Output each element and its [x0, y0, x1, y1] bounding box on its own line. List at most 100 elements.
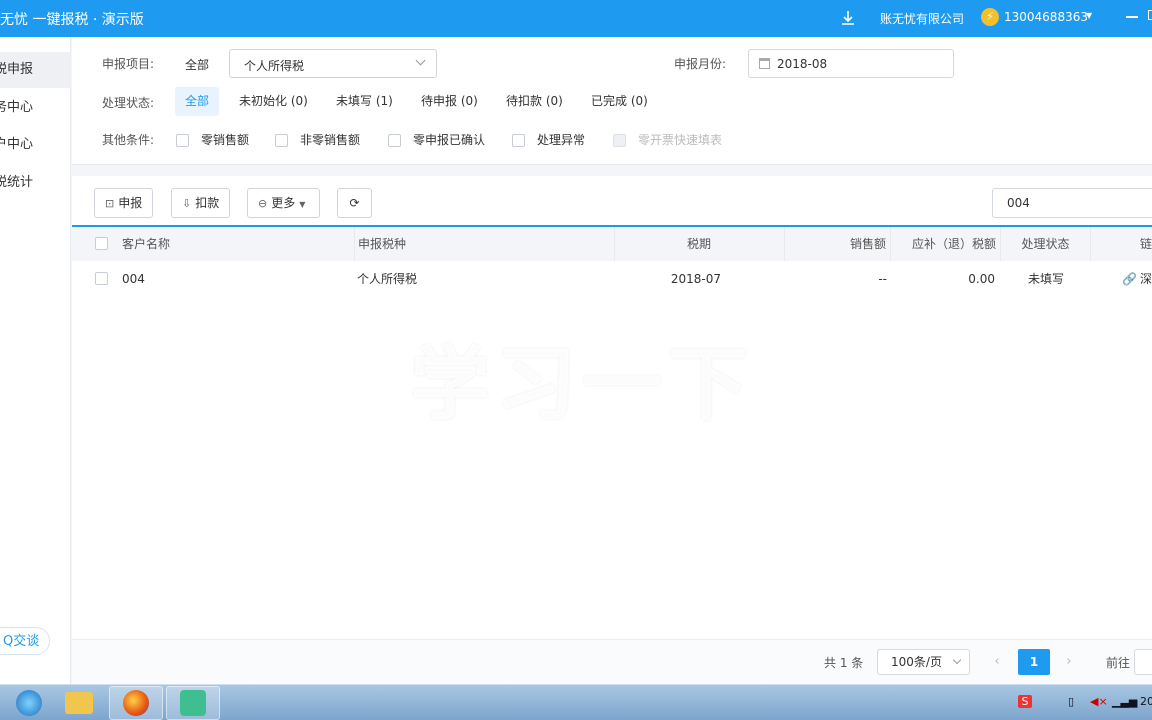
download-icon[interactable]	[838, 8, 858, 28]
zero-declare-confirmed-checkbox[interactable]: 零申报已确认	[388, 131, 485, 149]
explorer-taskbar-button[interactable]	[52, 686, 106, 720]
cell-customer-name[interactable]: 004	[122, 261, 145, 297]
row-checkbox[interactable]	[95, 272, 108, 285]
cell-tax-type: 个人所得税	[357, 272, 418, 286]
qq-chat-button[interactable]: Q交谈	[0, 627, 51, 655]
more-icon: ⊖	[258, 197, 268, 210]
clock[interactable]: 20	[1140, 695, 1152, 708]
next-page-button[interactable]: ›	[1056, 649, 1082, 675]
sidebar-item-label: 税申报	[0, 62, 34, 77]
cell-sales: --	[878, 272, 887, 286]
cell-tax-due: 0.00	[968, 272, 995, 286]
prev-page-button[interactable]: ‹	[984, 649, 1010, 675]
zero-sales-checkbox[interactable]: 零销售额	[176, 131, 249, 149]
checkbox-label: 零销售额	[201, 133, 250, 147]
status-unfilled[interactable]: 未填写 (1)	[326, 87, 403, 116]
firefox-taskbar-button[interactable]	[109, 686, 163, 720]
col-tax-due[interactable]: 应补（退）税额	[891, 227, 1001, 261]
user-avatar-icon[interactable]: ⚡	[981, 8, 999, 26]
caret-down-icon: ▼	[299, 200, 306, 209]
checkbox-label: 非零销售额	[300, 133, 361, 147]
app-taskbar-button[interactable]	[166, 686, 220, 720]
chevron-down-icon[interactable]: ▼	[1086, 11, 1092, 20]
volume-muted-icon[interactable]: ◀×	[1090, 695, 1108, 708]
page-size-value: 100条/页	[891, 655, 942, 669]
ime-icon[interactable]: S	[1018, 695, 1032, 708]
maximize-icon[interactable]	[1148, 10, 1152, 20]
col-status[interactable]: 处理状态	[1001, 227, 1091, 261]
refresh-icon: ⟳	[349, 196, 360, 210]
sidebar: 税申报 务中心 户中心 税统计 Q交谈	[0, 37, 71, 684]
month-label: 申报月份:	[674, 57, 727, 71]
sidebar-item-label: 务中心	[0, 100, 34, 115]
pagination: 共 1 条 100条/页 ‹ 1 › 前往	[72, 639, 1152, 684]
search-input[interactable]: 004	[992, 188, 1152, 218]
cell-status: 未填写	[1027, 272, 1064, 286]
cell-period: 2018-07	[670, 272, 721, 286]
folder-icon	[65, 692, 93, 714]
total-count: 共 1 条	[824, 656, 864, 670]
project-all-option[interactable]: 全部	[185, 56, 209, 73]
goto-page-input[interactable]	[1134, 649, 1152, 675]
month-value: 2018-08	[777, 57, 828, 71]
other-conditions-label: 其他条件:	[102, 133, 155, 147]
project-label: 申报项目:	[102, 57, 155, 71]
page-1-button[interactable]: 1	[1018, 649, 1050, 675]
button-label: 申报	[118, 196, 143, 210]
status-all[interactable]: 全部	[175, 87, 220, 116]
sidebar-item-tax-statistics[interactable]: 税统计	[0, 165, 71, 201]
table-row[interactable]: 004 个人所得税 2018-07 -- 0.00 未填写 🔗 深	[72, 261, 1152, 297]
col-tax-type[interactable]: 申报税种	[355, 227, 615, 261]
checkbox-box	[512, 134, 525, 147]
checkbox-box	[176, 134, 189, 147]
status-uninitialized[interactable]: 未初始化 (0)	[229, 87, 318, 116]
watermark-text: 学习一下	[410, 338, 754, 431]
project-select[interactable]: 个人所得税	[229, 49, 437, 78]
app-title: 无忧 一键报税 · 演示版	[0, 12, 144, 28]
table-header: 客户名称 申报税种 税期 销售额 应补（退）税额 处理状态 链	[72, 225, 1152, 261]
declare-button[interactable]: ⊡ 申报	[94, 188, 154, 218]
col-period[interactable]: 税期	[615, 227, 785, 261]
sidebar-item-customer-center[interactable]: 户中心	[0, 127, 71, 163]
refresh-button[interactable]: ⟳	[337, 188, 372, 218]
os-taskbar: S ▯ ◀× ▁▃▅ 20	[0, 684, 1152, 720]
zero-invoice-quick-fill-checkbox: 零开票快速填表	[613, 131, 722, 149]
company-name[interactable]: 账无忧有限公司	[880, 10, 964, 27]
checkbox-label: 零开票快速填表	[638, 133, 723, 147]
sidebar-item-service-center[interactable]: 务中心	[0, 90, 71, 126]
ie-taskbar-button[interactable]	[2, 686, 56, 720]
user-phone[interactable]: 13004688363	[1004, 10, 1088, 24]
link-icon: 🔗	[1122, 272, 1137, 286]
checkbox-box	[613, 134, 626, 147]
page-size-select[interactable]: 100条/页	[877, 649, 970, 675]
deduct-icon: ⇩	[182, 197, 192, 210]
checkbox-box	[275, 134, 288, 147]
minimize-icon[interactable]	[1126, 16, 1138, 18]
sidebar-item-tax-declare[interactable]: 税申报	[0, 52, 71, 88]
chevron-down-icon	[415, 55, 426, 66]
processing-error-checkbox[interactable]: 处理异常	[512, 131, 585, 149]
app-book-icon	[180, 690, 206, 716]
battery-icon[interactable]: ▯	[1068, 695, 1074, 708]
goto-label: 前往	[1106, 656, 1131, 670]
select-all-checkbox[interactable]	[95, 237, 108, 250]
deduct-button[interactable]: ⇩ 扣款	[171, 188, 231, 218]
month-date-picker[interactable]: 2018-08	[748, 49, 954, 78]
col-link[interactable]: 链	[1091, 227, 1152, 261]
declare-icon: ⊡	[105, 197, 115, 210]
more-button[interactable]: ⊖ 更多 ▼	[247, 188, 321, 218]
button-label: 扣款	[195, 196, 220, 210]
nonzero-sales-checkbox[interactable]: 非零销售额	[275, 131, 360, 149]
status-pending-declare[interactable]: 待申报 (0)	[411, 87, 488, 116]
checkbox-label: 零申报已确认	[413, 133, 486, 147]
col-customer-name[interactable]: 客户名称	[115, 227, 355, 261]
cell-link[interactable]: 🔗 深	[1122, 261, 1152, 297]
status-pending-deduct[interactable]: 待扣款 (0)	[496, 87, 573, 116]
col-sales[interactable]: 销售额	[785, 227, 891, 261]
status-label: 处理状态:	[102, 96, 155, 110]
calendar-icon	[759, 58, 770, 69]
signal-icon[interactable]: ▁▃▅	[1112, 695, 1137, 708]
status-completed[interactable]: 已完成 (0)	[581, 87, 658, 116]
sidebar-item-label: 户中心	[0, 137, 34, 152]
link-label: 深	[1139, 272, 1152, 286]
